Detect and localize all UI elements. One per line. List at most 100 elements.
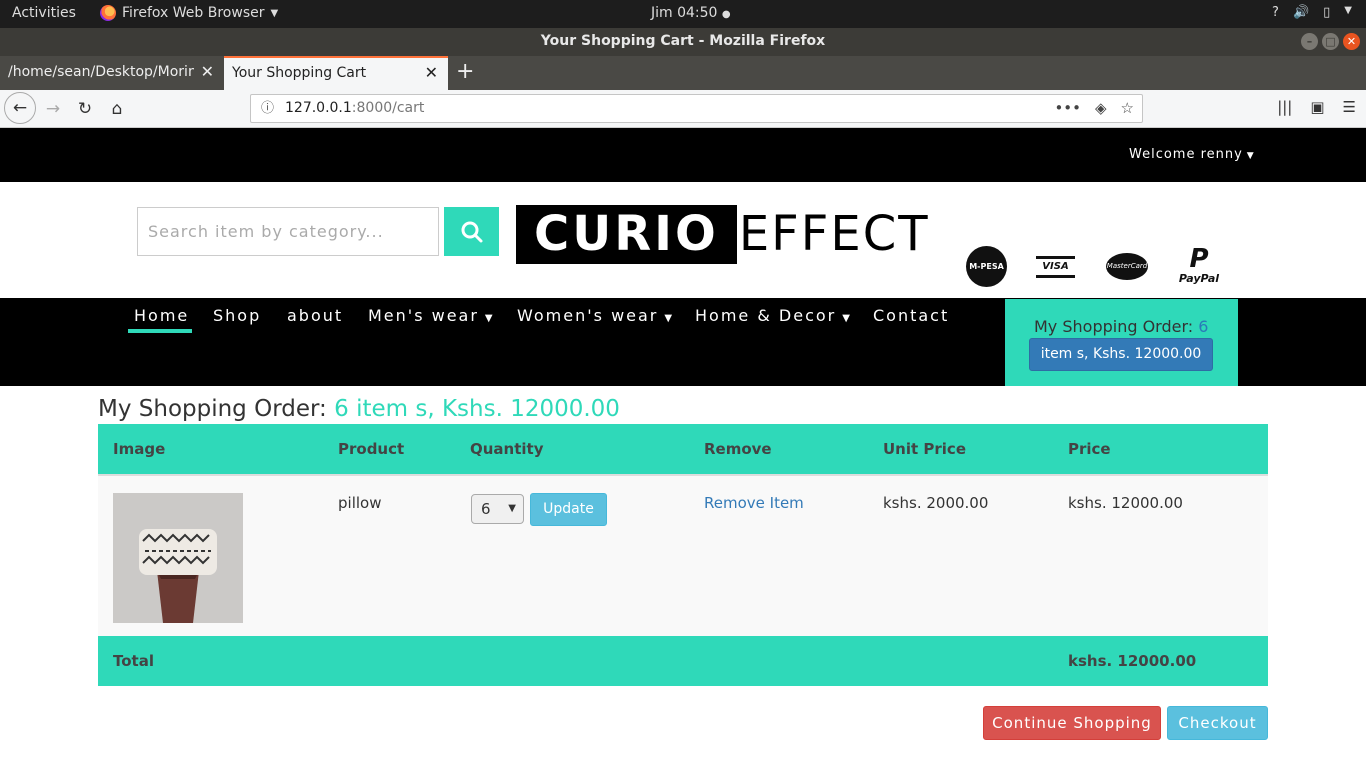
window-title: Your Shopping Cart - Mozilla Firefox [540, 33, 826, 49]
paypal-label: PayPal [1178, 272, 1220, 285]
url-bar[interactable]: ⓘ 127.0.0.1:8000/cart ••• ◈ ☆ [250, 94, 1143, 123]
url-host: 127.0.0.1 [285, 100, 352, 116]
site-info-icon[interactable]: ⓘ [261, 95, 274, 122]
clock[interactable]: Jim 04:50 ● [651, 5, 731, 21]
total-value: kshs. 12000.00 [1068, 652, 1197, 670]
product-image[interactable] [113, 493, 243, 623]
bookmark-star-icon[interactable]: ☆ [1121, 95, 1134, 122]
caret-down-icon: ▼ [664, 313, 675, 324]
app-menu[interactable]: Firefox Web Browser ▼ [100, 5, 278, 21]
window-titlebar: Your Shopping Cart - Mozilla Firefox – □… [0, 28, 1366, 56]
firefox-icon [100, 5, 116, 21]
nav-shop[interactable]: Shop [213, 306, 261, 325]
tab-title: /home/sean/Desktop/Moringa [8, 64, 194, 80]
order-summary-box: My Shopping Order: 6 item s, Kshs. 12000… [1005, 299, 1238, 386]
library-icon[interactable]: ||| [1277, 98, 1292, 116]
nav-mens-label: Men's wear [368, 306, 479, 325]
system-tray[interactable]: ? 🔊 ▯ ▼ [1272, 5, 1352, 20]
quantity-select[interactable]: 6 ▼ [471, 494, 524, 524]
browser-navbar: ← → ↻ ⌂ ⓘ 127.0.0.1:8000/cart ••• ◈ ☆ ||… [0, 90, 1366, 128]
order-label-text: My Shopping Order: [1034, 317, 1194, 336]
app-menu-label: Firefox Web Browser [122, 5, 265, 21]
nav-home-decor[interactable]: Home & Decor ▼ [695, 306, 852, 325]
minimize-icon[interactable]: – [1301, 33, 1318, 50]
search-input[interactable]: Search item by category... [137, 207, 439, 256]
line-price: kshs. 12000.00 [1068, 494, 1183, 512]
sidebar-icon[interactable]: ▣ [1310, 98, 1324, 116]
nav-about[interactable]: about [287, 306, 343, 325]
nav-womens-label: Women's wear [517, 306, 659, 325]
nav-contact[interactable]: Contact [873, 306, 949, 325]
continue-shopping-button[interactable]: Continue Shopping [983, 706, 1161, 740]
tab-close-icon[interactable]: ✕ [425, 58, 438, 88]
clock-label: Jim 04:50 [651, 5, 718, 21]
tab-shopping-cart[interactable]: Your Shopping Cart ✕ [224, 56, 448, 90]
battery-icon[interactable]: ▯ [1323, 5, 1330, 20]
caret-down-icon: ▼ [842, 313, 852, 324]
checkout-button[interactable]: Checkout [1167, 706, 1268, 740]
page-title-summary: 6 item s, Kshs. 12000.00 [334, 396, 620, 422]
paypal-p-icon: P [1189, 244, 1209, 274]
column-header-unit-price: Unit Price [883, 440, 966, 458]
cart-table-header: Image Product Quantity Remove Unit Price… [98, 424, 1268, 474]
page-actions-icon[interactable]: ••• [1054, 95, 1081, 122]
column-header-image: Image [113, 440, 166, 458]
update-button[interactable]: Update [530, 493, 607, 526]
gnome-top-bar: Activities Firefox Web Browser ▼ Jim 04:… [0, 0, 1366, 28]
visa-logo: VISA [1036, 256, 1075, 278]
logo-white-text: EFFECT [738, 206, 930, 262]
back-arrow-icon[interactable]: ← [4, 92, 36, 124]
maximize-icon[interactable]: □ [1322, 33, 1339, 50]
caret-down-icon: ▼ [1242, 151, 1255, 161]
welcome-dropdown[interactable]: Welcome renny ▼ [1129, 147, 1255, 162]
forward-arrow-icon[interactable]: → [38, 94, 68, 124]
tab-strip: /home/sean/Desktop/Moringa ✕ Your Shoppi… [0, 56, 1366, 90]
volume-icon[interactable]: 🔊 [1293, 5, 1309, 20]
mastercard-logo: MasterCard [1106, 253, 1148, 280]
site-logo[interactable]: CURIO EFFECT [516, 205, 930, 264]
system-menu-icon[interactable]: ▼ [1344, 5, 1352, 20]
remove-item-link[interactable]: Remove Item [704, 494, 804, 512]
table-row: pillow 6 ▼ Update Remove Item kshs. 2000… [98, 474, 1268, 636]
tab-desktop[interactable]: /home/sean/Desktop/Moringa ✕ [0, 56, 224, 90]
help-icon[interactable]: ? [1272, 5, 1279, 20]
activities-button[interactable]: Activities [12, 5, 76, 21]
top-strip: Welcome renny ▼ [0, 128, 1366, 182]
new-tab-icon[interactable]: + [456, 59, 474, 84]
column-header-price: Price [1068, 440, 1111, 458]
total-label: Total [113, 652, 154, 670]
welcome-label: Welcome renny [1129, 147, 1243, 162]
home-icon[interactable]: ⌂ [102, 94, 132, 124]
active-indicator [128, 329, 192, 333]
chevron-down-icon: ▼ [508, 503, 516, 514]
quantity-value: 6 [481, 500, 491, 518]
order-count: 6 [1198, 317, 1209, 336]
caret-down-icon: ▼ [484, 313, 495, 324]
mpesa-logo: M-PESA [966, 246, 1007, 287]
nav-home[interactable]: Home [134, 306, 189, 325]
nav-womens-wear[interactable]: Women's wear ▼ [517, 306, 674, 325]
column-header-remove: Remove [704, 440, 772, 458]
url-path: :8000/cart [351, 100, 425, 116]
page-title-prefix: My Shopping Order: [98, 396, 327, 422]
order-summary-label: My Shopping Order: 6 [1034, 317, 1208, 336]
cart-total-row: Total kshs. 12000.00 [98, 636, 1268, 686]
pocket-icon[interactable]: ◈ [1095, 95, 1107, 122]
notification-dot-icon: ● [721, 9, 731, 20]
nav-mens-wear[interactable]: Men's wear ▼ [368, 306, 495, 325]
close-icon[interactable]: ✕ [1343, 33, 1360, 50]
logo-black-text: CURIO [516, 205, 737, 264]
product-name: pillow [338, 494, 382, 512]
hamburger-menu-icon[interactable]: ☰ [1343, 98, 1356, 116]
search-icon [461, 221, 482, 242]
nav-home-decor-label: Home & Decor [695, 306, 837, 325]
tab-title: Your Shopping Cart [232, 65, 367, 81]
tab-close-icon[interactable]: ✕ [201, 56, 214, 88]
page-title: My Shopping Order: 6 item s, Kshs. 12000… [98, 396, 620, 422]
column-header-quantity: Quantity [470, 440, 544, 458]
pillow-image [113, 493, 243, 623]
order-summary-button[interactable]: item s, Kshs. 12000.00 [1029, 338, 1213, 371]
search-button[interactable] [444, 207, 499, 256]
reload-icon[interactable]: ↻ [70, 94, 100, 124]
chevron-down-icon: ▼ [270, 7, 279, 19]
